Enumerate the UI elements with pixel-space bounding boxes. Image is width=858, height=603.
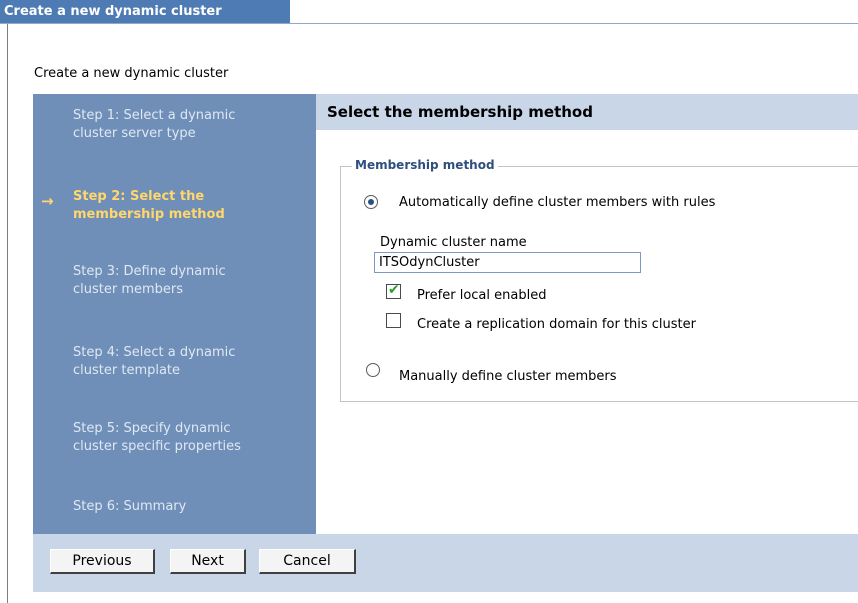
title-divider — [0, 23, 858, 24]
auto-define-label: Automatically define cluster members wit… — [399, 195, 716, 210]
replication-domain-label: Create a replication domain for this clu… — [417, 317, 696, 332]
page-title: Create a new dynamic cluster — [34, 66, 229, 81]
radio-selected-dot — [368, 199, 374, 205]
checkmark-icon: ✔ — [388, 282, 400, 298]
content-title: Select the membership method — [316, 94, 858, 130]
manual-define-label: Manually define cluster members — [399, 369, 617, 384]
button-bar — [33, 534, 858, 592]
step-1[interactable]: Step 1: Select a dynamic cluster server … — [73, 107, 273, 143]
replication-domain-checkbox[interactable] — [386, 313, 401, 328]
prefer-local-checkbox[interactable]: ✔ — [386, 282, 401, 299]
prefer-local-label: Prefer local enabled — [417, 288, 547, 303]
current-step-arrow-icon: → — [41, 192, 54, 210]
step-3[interactable]: Step 3: Define dynamic cluster members — [73, 263, 273, 299]
step-6[interactable]: Step 6: Summary — [73, 498, 273, 516]
group-legend: Membership method — [352, 157, 498, 173]
auto-define-radio[interactable] — [364, 195, 378, 209]
wizard-steps-panel: Step 1: Select a dynamic cluster server … — [33, 94, 316, 534]
left-border — [7, 24, 8, 603]
previous-button[interactable]: Previous — [50, 549, 155, 574]
step-5[interactable]: Step 5: Specify dynamic cluster specific… — [73, 420, 273, 456]
next-button[interactable]: Next — [170, 549, 246, 574]
window-title: Create a new dynamic cluster — [0, 0, 290, 23]
step-2[interactable]: Step 2: Select the membership method — [73, 188, 273, 224]
cancel-button[interactable]: Cancel — [259, 549, 356, 574]
step-4[interactable]: Step 4: Select a dynamic cluster templat… — [73, 344, 273, 380]
cluster-name-label: Dynamic cluster name — [380, 235, 527, 250]
manual-define-radio[interactable] — [366, 363, 380, 377]
cluster-name-input[interactable] — [374, 252, 641, 273]
